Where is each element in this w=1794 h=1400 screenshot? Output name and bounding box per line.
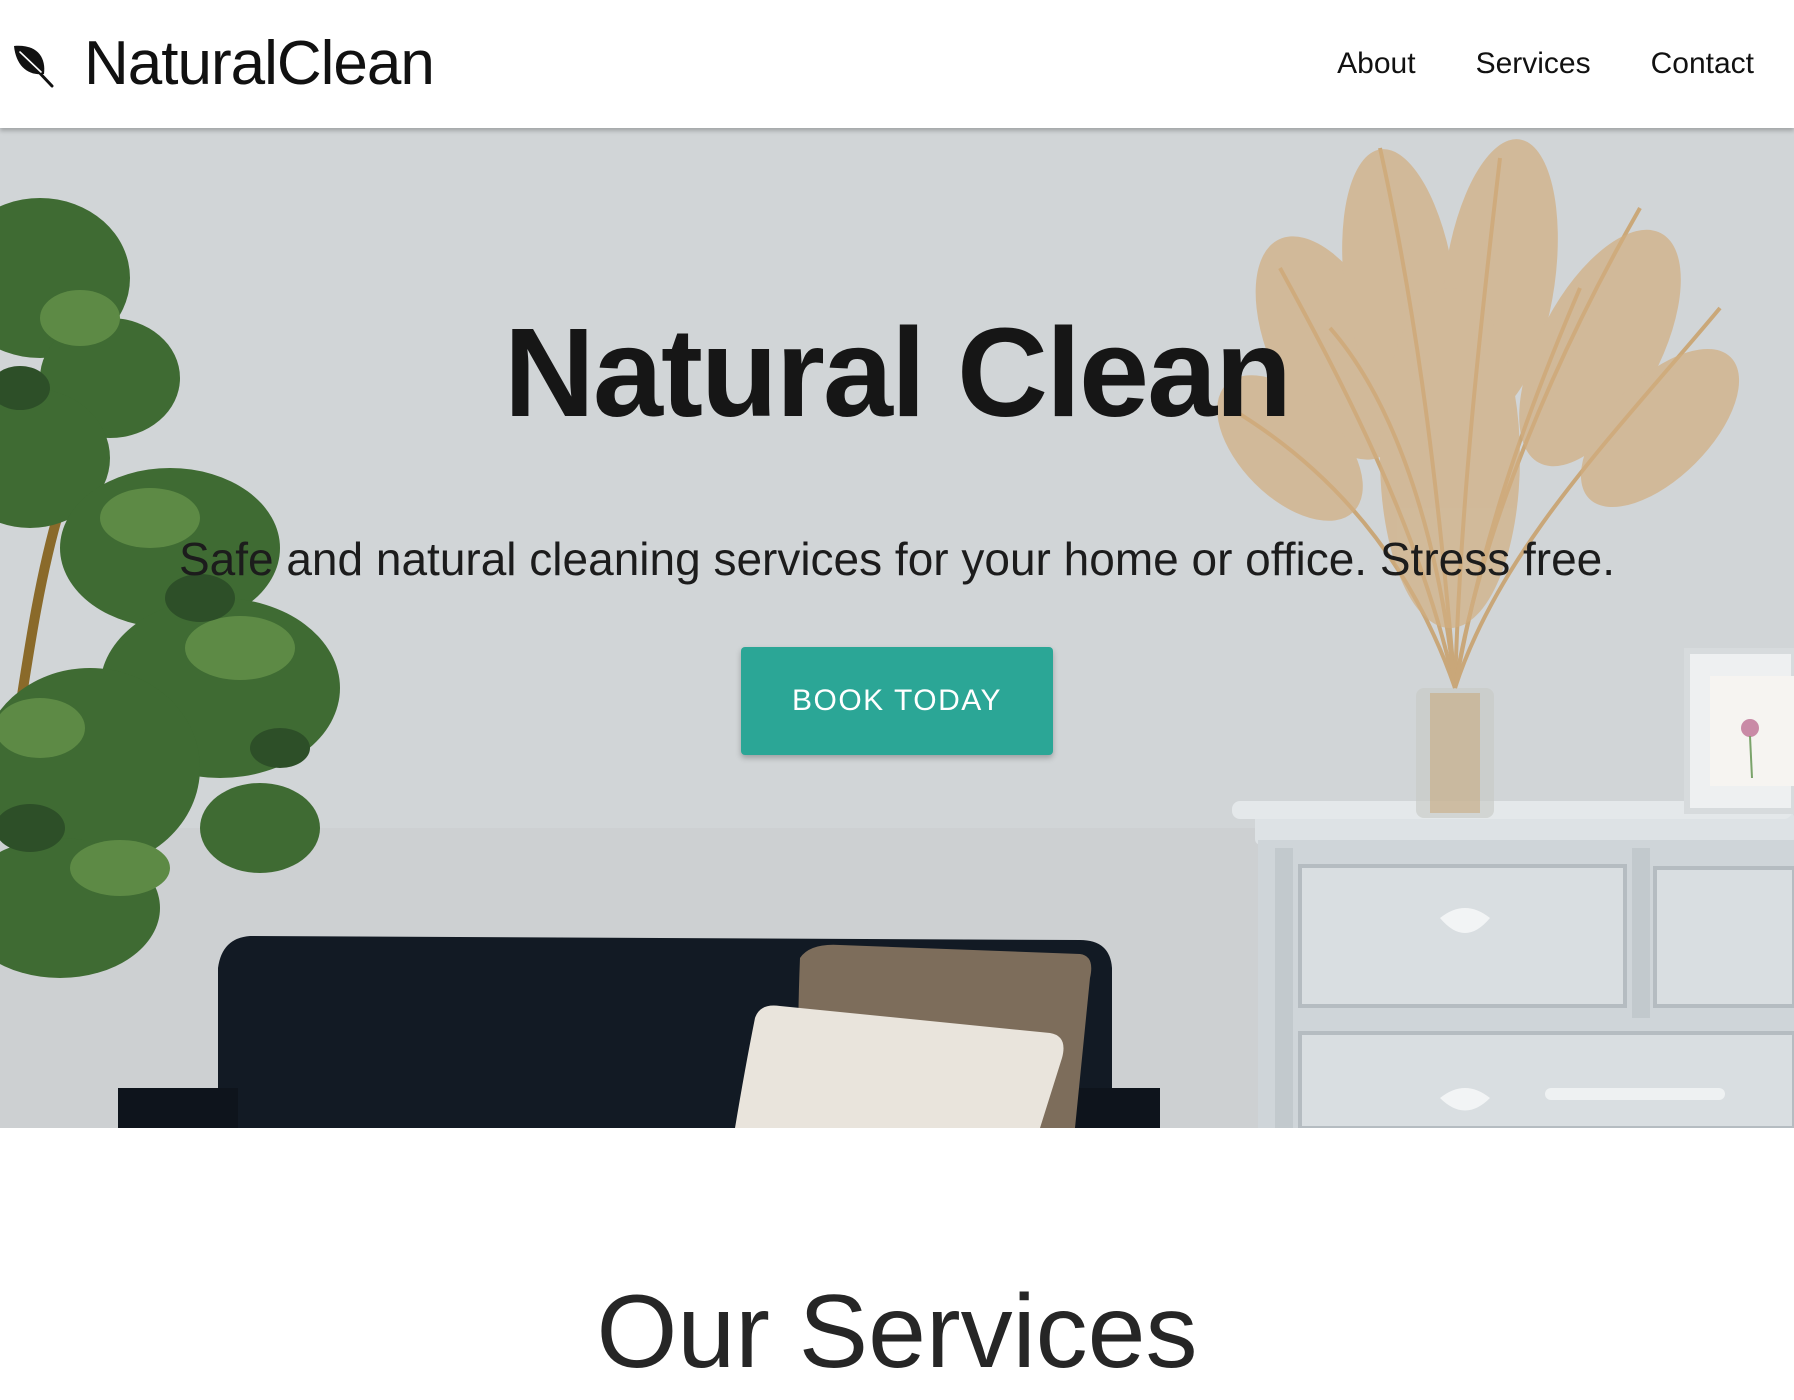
leaf-icon bbox=[8, 40, 56, 88]
site-header: NaturalClean About Services Contact bbox=[0, 0, 1794, 128]
hero-background-image bbox=[0, 128, 1794, 1128]
nav-link-about[interactable]: About bbox=[1337, 47, 1415, 81]
services-heading: Our Services bbox=[596, 1274, 1198, 1390]
hero-title: Natural Clean bbox=[503, 302, 1292, 443]
brand-logo-link[interactable]: NaturalClean bbox=[8, 24, 435, 104]
hero-section: Natural Clean Safe and natural cleaning … bbox=[0, 128, 1794, 1128]
page: NaturalClean About Services Contact Natu… bbox=[0, 0, 1794, 1400]
nav-link-services[interactable]: Services bbox=[1476, 47, 1591, 81]
hero-subtitle: Safe and natural cleaning services for y… bbox=[178, 533, 1616, 585]
nav-link-contact[interactable]: Contact bbox=[1651, 47, 1754, 81]
brand-name: NaturalClean bbox=[84, 29, 435, 98]
main-nav: About Services Contact bbox=[1337, 0, 1754, 128]
book-today-button[interactable]: BOOK TODAY bbox=[741, 647, 1053, 755]
